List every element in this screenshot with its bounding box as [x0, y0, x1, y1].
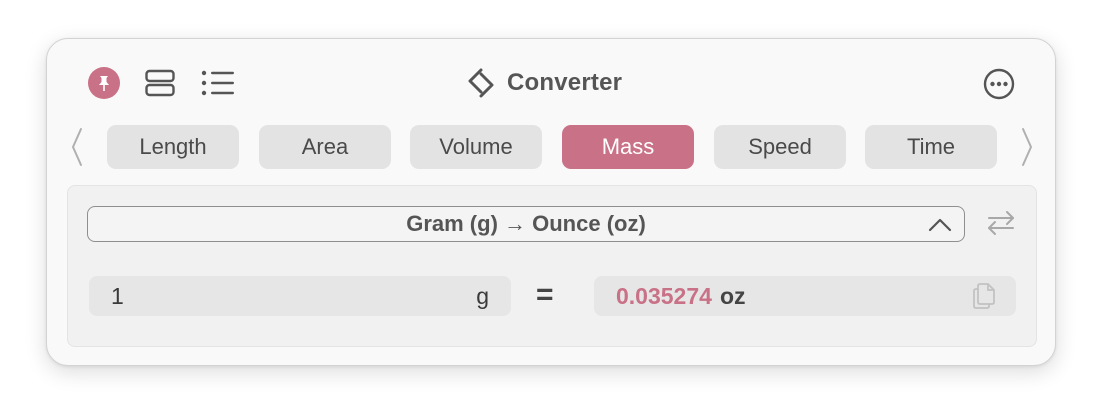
tab-volume[interactable]: Volume	[410, 125, 542, 169]
result-unit: oz	[719, 282, 746, 309]
copy-result-button[interactable]	[970, 282, 998, 310]
pin-icon	[99, 76, 109, 91]
result-field: 0.035274 oz	[594, 276, 1016, 316]
converter-window: Converter Length Area Volume Mass Speed …	[46, 38, 1056, 366]
layout-icon	[145, 69, 175, 97]
tab-area[interactable]: Area	[259, 125, 391, 169]
input-value-field[interactable]: 1 g	[89, 276, 511, 316]
chevron-right-icon	[1022, 128, 1032, 166]
input-value: 1	[111, 282, 124, 309]
pin-button[interactable]	[88, 67, 120, 99]
tab-scroll-next-button[interactable]	[1015, 127, 1039, 167]
swap-units-button[interactable]	[984, 206, 1018, 240]
tab-scroll-prev-button[interactable]	[65, 127, 89, 167]
chevron-up-icon	[928, 218, 952, 232]
window-title: Converter	[467, 63, 622, 103]
list-icon	[201, 70, 234, 96]
tab-length[interactable]: Length	[107, 125, 239, 169]
equals-sign: =	[536, 278, 554, 311]
chevron-left-icon	[72, 128, 82, 166]
input-unit: g	[476, 282, 489, 309]
unit-pair-select[interactable]: Gram (g) → Ounce (oz)	[87, 206, 965, 242]
tab-mass[interactable]: Mass	[562, 125, 694, 169]
layout-button[interactable]	[143, 66, 177, 100]
copy-icon	[973, 283, 995, 309]
more-button[interactable]	[981, 66, 1017, 102]
tab-time[interactable]: Time	[865, 125, 997, 169]
conversion-panel: Gram (g) → Ounce (oz) 1 g = 0.035274 oz	[67, 185, 1037, 347]
unit-pair-label: Gram (g) → Ounce (oz)	[406, 211, 646, 236]
tab-speed[interactable]: Speed	[714, 125, 846, 169]
converter-logo-icon	[468, 68, 494, 98]
swap-icon	[988, 211, 1014, 235]
result-value: 0.035274	[616, 282, 712, 309]
list-button[interactable]	[199, 66, 237, 100]
title-text: Converter	[507, 69, 623, 96]
more-icon	[983, 68, 1015, 100]
